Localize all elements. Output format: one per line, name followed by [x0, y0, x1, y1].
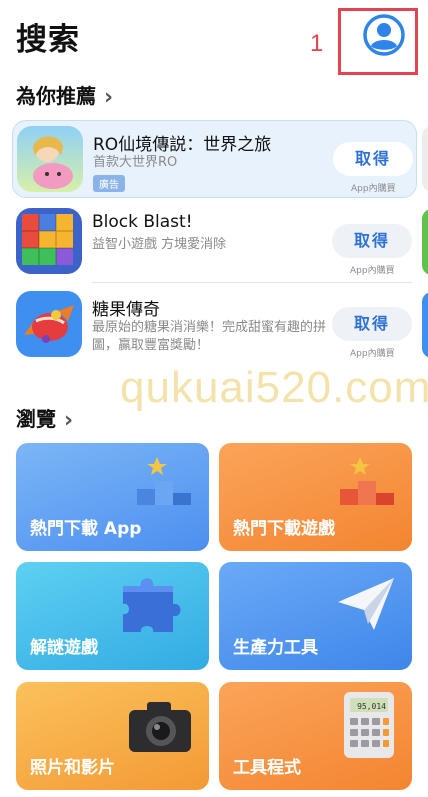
tile-label: 工具程式 — [233, 758, 301, 778]
browse-section-title[interactable]: 瀏覽 › — [16, 403, 73, 433]
tile-label: 熱門下載 App — [30, 519, 142, 539]
page-title: 搜索 — [16, 22, 80, 58]
ro-game-icon — [17, 126, 83, 192]
podium-icon — [137, 457, 191, 505]
app-row-candy-crush[interactable]: 糖果傳奇 最原始的糖果消消樂！完成甜蜜有趣的拼圖，贏取豐富獎勵！ 取得 App內… — [12, 286, 417, 364]
block-blast-icon — [16, 208, 82, 274]
divider — [92, 282, 412, 283]
camera-icon — [129, 702, 191, 752]
recommend-section-title[interactable]: 為你推薦 › — [16, 80, 113, 110]
recommend-title-text: 為你推薦 — [16, 84, 96, 108]
tile-label: 照片和影片 — [30, 758, 115, 778]
next-card-peek — [422, 292, 428, 358]
chevron-right-icon: › — [104, 85, 114, 110]
app-row-block-blast[interactable]: Block Blast! 益智小遊戲 方塊愛消除 取得 App內購買 — [12, 203, 417, 281]
calculator-icon: 95,014 — [344, 692, 394, 758]
tile-label: 生產力工具 — [233, 638, 318, 658]
calculator-display: 95,014 — [357, 702, 386, 711]
podium-icon — [340, 457, 394, 505]
get-button[interactable]: 取得 — [333, 142, 413, 176]
tile-top-apps[interactable]: 熱門下載 App — [16, 443, 209, 551]
get-button[interactable]: 取得 — [332, 307, 412, 341]
tile-productivity[interactable]: 生產力工具 — [219, 562, 412, 670]
browse-title-text: 瀏覽 — [16, 407, 56, 431]
app-name: Block Blast! — [92, 212, 193, 232]
next-card-peek — [422, 209, 428, 275]
get-button[interactable]: 取得 — [332, 224, 412, 258]
app-name: RO仙境傳説：世界之旅 — [93, 135, 272, 155]
puzzle-icon — [123, 578, 181, 632]
paper-plane-icon — [338, 578, 394, 630]
tile-top-games[interactable]: 熱門下載遊戲 — [219, 443, 412, 551]
in-app-purchase-label: App內購買 — [350, 349, 395, 359]
tile-utilities[interactable]: 95,014 工具程式 — [219, 682, 412, 790]
app-subtitle: 首款大世界RO — [93, 155, 178, 170]
tile-label: 熱門下載遊戲 — [233, 519, 335, 539]
tile-photo-video[interactable]: 照片和影片 — [16, 682, 209, 790]
tile-puzzle-games[interactable]: 解謎遊戲 — [16, 562, 209, 670]
watermark: qukuai520.com — [120, 363, 428, 412]
candy-crush-icon — [16, 291, 82, 357]
tile-label: 解謎遊戲 — [30, 638, 98, 658]
in-app-purchase-label: App內購買 — [351, 184, 396, 194]
app-name: 糖果傳奇 — [92, 300, 160, 320]
app-subtitle: 最原始的糖果消消樂！完成甜蜜有趣的拼圖，贏取豐富獎勵！ — [92, 320, 327, 353]
next-card-peek — [422, 126, 428, 192]
app-subtitle: 益智小遊戲 方塊愛消除 — [92, 237, 227, 252]
account-avatar-icon[interactable] — [362, 13, 406, 57]
ad-badge: 廣告 — [93, 175, 125, 192]
annotation-number: 1 — [310, 30, 324, 57]
app-row-ro[interactable]: RO仙境傳説：世界之旅 首款大世界RO 廣告 取得 App內購買 — [12, 120, 417, 198]
chevron-right-icon: › — [64, 408, 74, 433]
in-app-purchase-label: App內購買 — [350, 266, 395, 276]
